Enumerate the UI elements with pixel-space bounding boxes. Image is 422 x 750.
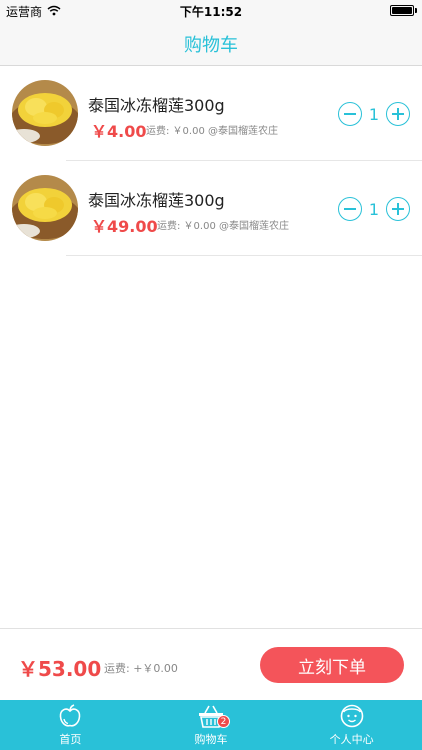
checkout-button[interactable]: 立刻下单: [260, 647, 404, 683]
total-shipping: 运费: +￥0.00: [104, 662, 178, 675]
nav-bar: 购物车: [0, 22, 422, 66]
product-thumbnail: [12, 80, 78, 146]
battery-icon: [390, 5, 414, 16]
cart-item[interactable]: 泰国冰冻榴莲300g ￥49.00 运费: ￥0.00 @泰国榴莲农庄 1: [0, 161, 422, 256]
product-shipping-meta: 运费: ￥0.00 @泰国榴莲农庄: [146, 126, 278, 137]
product-name: 泰国冰冻榴莲300g: [88, 96, 225, 115]
app-screen: 运营商 下午11:52 购物车 泰国冰冻榴莲300g ￥4.00 运费: ￥0.…: [0, 0, 422, 750]
face-icon: [339, 703, 365, 729]
divider: [66, 255, 422, 256]
page-title: 购物车: [184, 34, 238, 56]
product-price: ￥49.00: [91, 217, 158, 236]
cart-list: 泰国冰冻榴莲300g ￥4.00 运费: ￥0.00 @泰国榴莲农庄 1 泰国冰…: [0, 66, 422, 256]
battery-tip: [415, 8, 417, 13]
plus-button[interactable]: [386, 102, 410, 126]
tab-bar: 首页 2 购物车 个人中心: [0, 700, 422, 750]
minus-button[interactable]: [338, 197, 362, 221]
plus-button[interactable]: [386, 197, 410, 221]
status-bar: 运营商 下午11:52: [0, 0, 422, 22]
tab-label: 首页: [59, 733, 82, 746]
tab-label: 购物车: [194, 733, 228, 746]
cart-count-badge: 2: [217, 715, 230, 728]
tab-cart[interactable]: 2 购物车: [141, 700, 282, 750]
quantity-value: 1: [368, 104, 380, 124]
quantity-stepper: 1: [338, 102, 410, 126]
tab-profile[interactable]: 个人中心: [281, 700, 422, 750]
apple-icon: [57, 703, 83, 729]
product-price: ￥4.00: [91, 122, 147, 141]
total-price: ￥53.00: [18, 657, 102, 681]
quantity-stepper: 1: [338, 197, 410, 221]
product-thumbnail: [12, 175, 78, 241]
quantity-value: 1: [368, 199, 380, 219]
status-time: 下午11:52: [179, 5, 243, 19]
checkout-bar: ￥53.00 运费: +￥0.00 立刻下单: [0, 628, 422, 700]
minus-button[interactable]: [338, 102, 362, 126]
tab-home[interactable]: 首页: [0, 700, 141, 750]
product-shipping-meta: 运费: ￥0.00 @泰国榴莲农庄: [157, 221, 289, 232]
cart-item[interactable]: 泰国冰冻榴莲300g ￥4.00 运费: ￥0.00 @泰国榴莲农庄 1: [0, 66, 422, 161]
tab-label: 个人中心: [329, 733, 374, 746]
product-name: 泰国冰冻榴莲300g: [88, 191, 225, 210]
